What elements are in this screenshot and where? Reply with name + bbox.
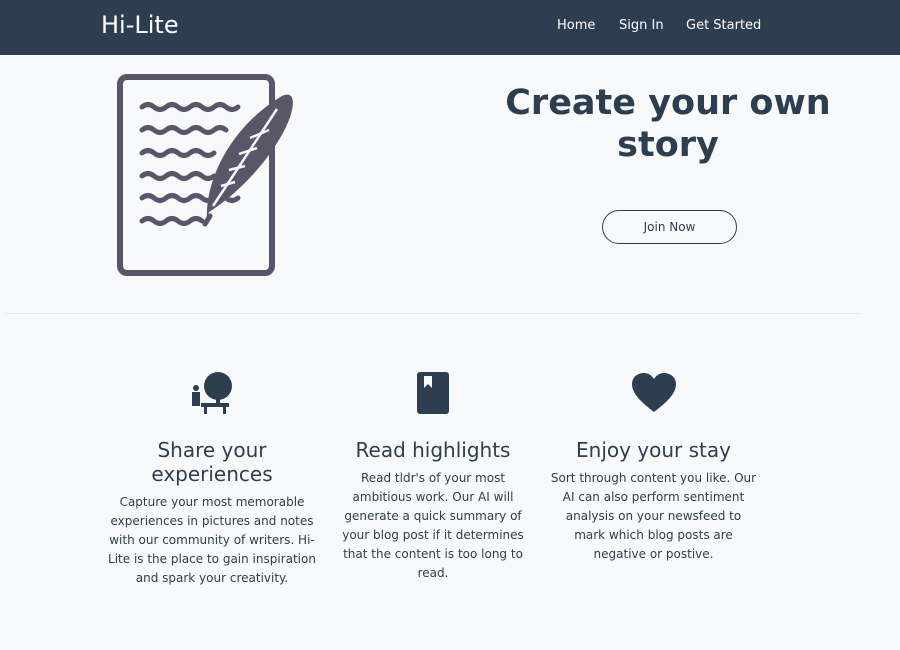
feature-title: Enjoy your stay <box>576 438 731 462</box>
heart-icon <box>631 373 676 412</box>
feature-enjoy: Enjoy your stay Sort through content you… <box>550 370 757 564</box>
feature-title: Share your experiences <box>151 438 273 486</box>
feature-share: Share your experiences Capture your most… <box>108 370 316 588</box>
document-quill-icon <box>117 74 293 276</box>
nav-get-started[interactable]: Get Started <box>686 18 761 33</box>
feature-text: Read tldr's of your most ambitious work.… <box>342 471 524 580</box>
feature-text: Sort through content you like. Our AI ca… <box>550 471 757 561</box>
nav-home[interactable]: Home <box>557 18 595 33</box>
bookmark-book-icon <box>417 372 449 414</box>
feature-text: Capture your most memorable experiences … <box>108 495 316 585</box>
feature-read: Read highlights Read tldr's of your most… <box>330 370 536 583</box>
person-tree-icon <box>192 372 232 414</box>
join-now-button[interactable]: Join Now <box>602 210 737 244</box>
brand-logo[interactable]: Hi-Lite <box>101 11 179 39</box>
section-divider <box>6 313 860 314</box>
feature-title: Read highlights <box>355 438 511 462</box>
hero-title: Create your own story <box>505 83 831 165</box>
nav-sign-in[interactable]: Sign In <box>619 18 664 33</box>
navbar: Hi-Lite Home Sign In Get Started <box>0 0 900 55</box>
